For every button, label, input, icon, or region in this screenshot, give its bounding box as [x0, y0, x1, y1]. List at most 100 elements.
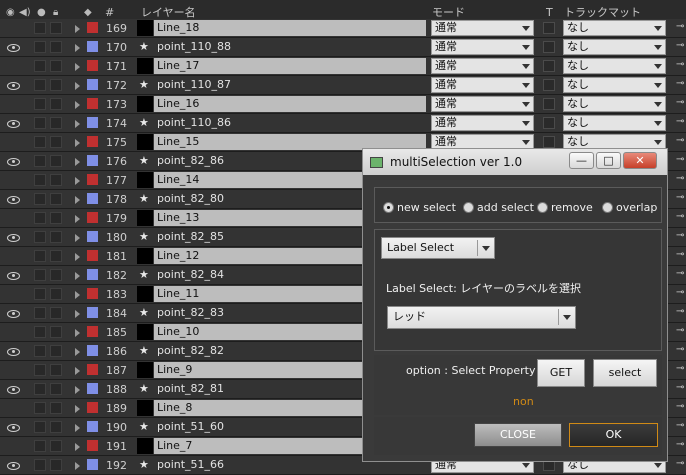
lock-toggle[interactable]	[50, 421, 62, 433]
parent-column-icon[interactable]: ⊸	[676, 40, 684, 51]
solo-toggle[interactable]	[34, 41, 46, 53]
parent-column-icon[interactable]: ⊸	[676, 230, 684, 241]
visibility-eye-icon[interactable]	[7, 310, 20, 318]
lock-toggle[interactable]	[50, 307, 62, 319]
solo-toggle[interactable]	[34, 136, 46, 148]
label-color-swatch[interactable]	[87, 174, 98, 185]
label-color-dropdown[interactable]: レッド	[387, 306, 576, 329]
parent-column-icon[interactable]: ⊸	[676, 249, 684, 260]
lock-toggle[interactable]	[50, 60, 62, 72]
blend-mode-dropdown[interactable]: 通常	[431, 96, 534, 112]
label-color-swatch[interactable]	[87, 345, 98, 356]
track-matte-dropdown[interactable]: なし	[563, 77, 666, 93]
parent-column-icon[interactable]: ⊸	[676, 382, 684, 393]
lock-toggle[interactable]	[50, 345, 62, 357]
label-color-swatch[interactable]	[87, 383, 98, 394]
parent-column-icon[interactable]: ⊸	[676, 192, 684, 203]
expand-arrow-icon[interactable]	[75, 177, 80, 185]
parent-column-icon[interactable]: ⊸	[676, 59, 684, 70]
preserve-transparency-toggle[interactable]	[543, 117, 555, 129]
visibility-eye-icon[interactable]	[7, 348, 20, 356]
label-color-swatch[interactable]	[87, 136, 98, 147]
preserve-transparency-toggle[interactable]	[543, 98, 555, 110]
solo-toggle[interactable]	[34, 383, 46, 395]
layer-name[interactable]: point_110_86	[154, 115, 426, 131]
expand-arrow-icon[interactable]	[75, 329, 80, 337]
layer-row[interactable]: 170 ★ point_110_88 通常 なし ⊸	[0, 38, 686, 57]
expand-arrow-icon[interactable]	[75, 348, 80, 356]
expand-arrow-icon[interactable]	[75, 367, 80, 375]
parent-column-icon[interactable]: ⊸	[676, 325, 684, 336]
expand-arrow-icon[interactable]	[75, 291, 80, 299]
solo-toggle[interactable]	[34, 288, 46, 300]
preserve-transparency-toggle[interactable]	[543, 60, 555, 72]
expand-arrow-icon[interactable]	[75, 215, 80, 223]
expand-arrow-icon[interactable]	[75, 82, 80, 90]
solo-toggle[interactable]	[34, 60, 46, 72]
expand-arrow-icon[interactable]	[75, 25, 80, 33]
lock-toggle[interactable]	[50, 79, 62, 91]
blend-mode-dropdown[interactable]: 通常	[431, 58, 534, 74]
lock-toggle[interactable]	[50, 98, 62, 110]
label-color-swatch[interactable]	[87, 117, 98, 128]
expand-arrow-icon[interactable]	[75, 234, 80, 242]
blend-mode-dropdown[interactable]: 通常	[431, 115, 534, 131]
expand-arrow-icon[interactable]	[75, 63, 80, 71]
label-tag-icon[interactable]: ◆	[84, 7, 92, 18]
eye-icon[interactable]: ◉	[6, 7, 15, 18]
lock-toggle[interactable]	[50, 22, 62, 34]
layer-row[interactable]: 169 Line_18 通常 なし ⊸	[0, 19, 686, 38]
label-color-swatch[interactable]	[87, 402, 98, 413]
solo-toggle[interactable]	[34, 117, 46, 129]
label-color-swatch[interactable]	[87, 288, 98, 299]
visibility-eye-icon[interactable]	[7, 234, 20, 242]
parent-column-icon[interactable]: ⊸	[676, 458, 684, 469]
blend-mode-dropdown[interactable]: 通常	[431, 20, 534, 36]
expand-arrow-icon[interactable]	[75, 310, 80, 318]
track-matte-dropdown[interactable]: なし	[563, 58, 666, 74]
solo-toggle[interactable]	[34, 79, 46, 91]
solo-toggle[interactable]	[34, 22, 46, 34]
solo-toggle[interactable]	[34, 98, 46, 110]
visibility-eye-icon[interactable]	[7, 386, 20, 394]
layer-name-column-header[interactable]: レイヤー名	[141, 7, 196, 19]
solo-toggle[interactable]	[34, 345, 46, 357]
solo-toggle[interactable]	[34, 212, 46, 224]
solo-toggle[interactable]	[34, 326, 46, 338]
radio-overlap[interactable]: overlap	[602, 201, 657, 214]
layer-name[interactable]: point_110_88	[154, 39, 426, 55]
parent-column-icon[interactable]: ⊸	[676, 135, 684, 146]
solo-toggle[interactable]	[34, 155, 46, 167]
preserve-transparency-toggle[interactable]	[543, 41, 555, 53]
select-type-dropdown[interactable]: Label Select	[381, 237, 495, 259]
solo-toggle[interactable]	[34, 250, 46, 262]
speaker-icon[interactable]: ◀)	[19, 7, 31, 18]
visibility-eye-icon[interactable]	[7, 158, 20, 166]
get-button[interactable]: GET	[537, 359, 585, 387]
expand-arrow-icon[interactable]	[75, 443, 80, 451]
lock-toggle[interactable]	[50, 440, 62, 452]
layer-name[interactable]: Line_17	[154, 58, 426, 74]
lock-toggle[interactable]	[50, 269, 62, 281]
solo-toggle[interactable]	[34, 459, 46, 471]
lock-toggle[interactable]	[50, 174, 62, 186]
track-matte-dropdown[interactable]: なし	[563, 115, 666, 131]
parent-column-icon[interactable]: ⊸	[676, 439, 684, 450]
close-button[interactable]: CLOSE	[474, 423, 562, 447]
visibility-eye-icon[interactable]	[7, 196, 20, 204]
label-color-swatch[interactable]	[87, 326, 98, 337]
solo-toggle[interactable]	[34, 421, 46, 433]
preserve-transparency-toggle[interactable]	[543, 79, 555, 91]
expand-arrow-icon[interactable]	[75, 158, 80, 166]
radio-new-select[interactable]: new select	[383, 201, 456, 214]
label-color-swatch[interactable]	[87, 250, 98, 261]
solo-dot-icon[interactable]: ●	[37, 7, 46, 18]
lock-toggle[interactable]	[50, 117, 62, 129]
lock-toggle[interactable]	[50, 231, 62, 243]
solo-toggle[interactable]	[34, 364, 46, 376]
track-matte-dropdown[interactable]: なし	[563, 96, 666, 112]
expand-arrow-icon[interactable]	[75, 101, 80, 109]
parent-column-icon[interactable]: ⊸	[676, 344, 684, 355]
label-color-swatch[interactable]	[87, 364, 98, 375]
lock-toggle[interactable]	[50, 383, 62, 395]
